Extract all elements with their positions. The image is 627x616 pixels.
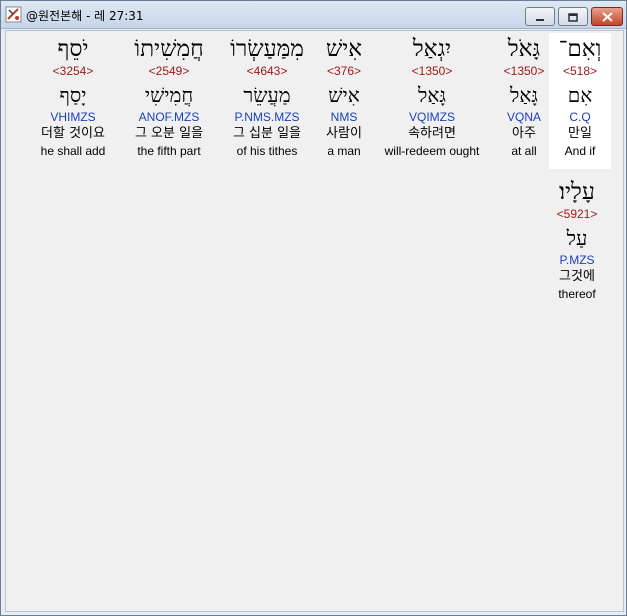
word-cell[interactable]: מִמַּעַשְׂרוֹ <4643> מַעֲשֵׂר P.NMS.MZS …: [222, 33, 312, 159]
english-gloss: at all: [511, 144, 537, 158]
maximize-button[interactable]: [558, 7, 588, 26]
interlinear-panel: וְאִם־ <518> אִם C.Q 만일 And if גָּאֹל <1…: [5, 30, 624, 612]
hebrew-word: יֹסֵף: [57, 36, 89, 62]
english-gloss: will-redeem ought: [384, 144, 480, 158]
hebrew-lemma: מַעֲשֵׂר: [243, 83, 291, 107]
english-gloss: a man: [327, 144, 361, 158]
hebrew-lemma: גָּאַל: [418, 83, 446, 107]
strong-number[interactable]: <5921>: [541, 206, 613, 222]
hebrew-word: חֲמִשִׁיתוֹ: [134, 36, 204, 62]
word-cell[interactable]: גָּאֹל <1350> גָּאַל VQNA 아주 at all: [479, 33, 569, 159]
parsing-code: VQIMZS: [408, 110, 455, 124]
close-button[interactable]: [591, 7, 623, 26]
minimize-button[interactable]: [525, 7, 555, 26]
hebrew-word: עָלָיו׃: [559, 179, 595, 205]
hebrew-lemma: חֲמִישִׁי: [144, 83, 194, 107]
hebrew-lemma: גָּאַל: [510, 83, 538, 107]
korean-gloss: 아주: [512, 126, 536, 141]
parsing-code: ANOF.MZS: [138, 110, 200, 124]
strong-number[interactable]: <1350>: [372, 63, 492, 79]
strong-number[interactable]: <3254>: [30, 63, 116, 79]
strong-number[interactable]: <2549>: [124, 63, 214, 79]
word-cell[interactable]: אִישׁ <376> אִישׁ NMS 사람이 a man: [316, 33, 372, 159]
hebrew-lemma: אִישׁ: [328, 83, 360, 107]
hebrew-lemma: עַל: [566, 226, 588, 250]
hebrew-word: מִמַּעַשְׂרוֹ: [230, 36, 304, 62]
english-gloss: of his tithes: [236, 144, 298, 158]
parsing-code: P.NMS.MZS: [234, 110, 300, 124]
word-cell[interactable]: עָלָיו׃ <5921> עַל P.MZS 그것에 thereof: [541, 176, 613, 302]
korean-gloss: 그것에: [559, 269, 595, 284]
word-cell[interactable]: יִגְאַל <1350> גָּאַל VQIMZS 속하려면 will-r…: [372, 33, 492, 159]
window-title: @원전본해 - 레 27:31: [26, 9, 144, 23]
app-window: @원전본해 - 레 27:31 וְאִם־ <518> אִם C.Q 만일 …: [0, 0, 627, 616]
korean-gloss: 속하려면: [408, 126, 456, 141]
word-cell[interactable]: חֲמִשִׁיתוֹ <2549> חֲמִישִׁי ANOF.MZS 그 …: [124, 33, 214, 159]
hebrew-lemma: יָסַף: [59, 83, 87, 107]
word-cell[interactable]: יֹסֵף <3254> יָסַף VHIMZS 더할 것이요 he shal…: [30, 33, 116, 159]
korean-gloss: 그 십분 일을: [232, 126, 302, 141]
english-gloss: he shall add: [40, 144, 106, 158]
parsing-code: VQNA: [506, 110, 541, 124]
korean-gloss: 그 오분 일을: [134, 126, 204, 141]
app-icon: [5, 6, 22, 23]
english-gloss: the fifth part: [137, 144, 201, 158]
parsing-code: P.MZS: [559, 253, 595, 267]
title-bar[interactable]: @원전본해 - 레 27:31: [1, 1, 626, 29]
hebrew-word: אִישׁ: [325, 36, 363, 62]
korean-gloss: 더할 것이요: [41, 126, 105, 141]
parsing-code: NMS: [330, 110, 358, 124]
maximize-icon: [568, 7, 578, 26]
close-icon: [601, 7, 613, 26]
english-gloss: thereof: [558, 287, 596, 301]
minimize-icon: [535, 7, 545, 26]
strong-number[interactable]: <1350>: [479, 63, 569, 79]
parsing-code: VHIMZS: [50, 110, 96, 124]
korean-gloss: 사람이: [326, 126, 362, 141]
strong-number[interactable]: <376>: [316, 63, 372, 79]
hebrew-word: יִגְאַל: [412, 36, 452, 62]
hebrew-word: גָּאֹל: [507, 36, 541, 62]
strong-number[interactable]: <4643>: [222, 63, 312, 79]
